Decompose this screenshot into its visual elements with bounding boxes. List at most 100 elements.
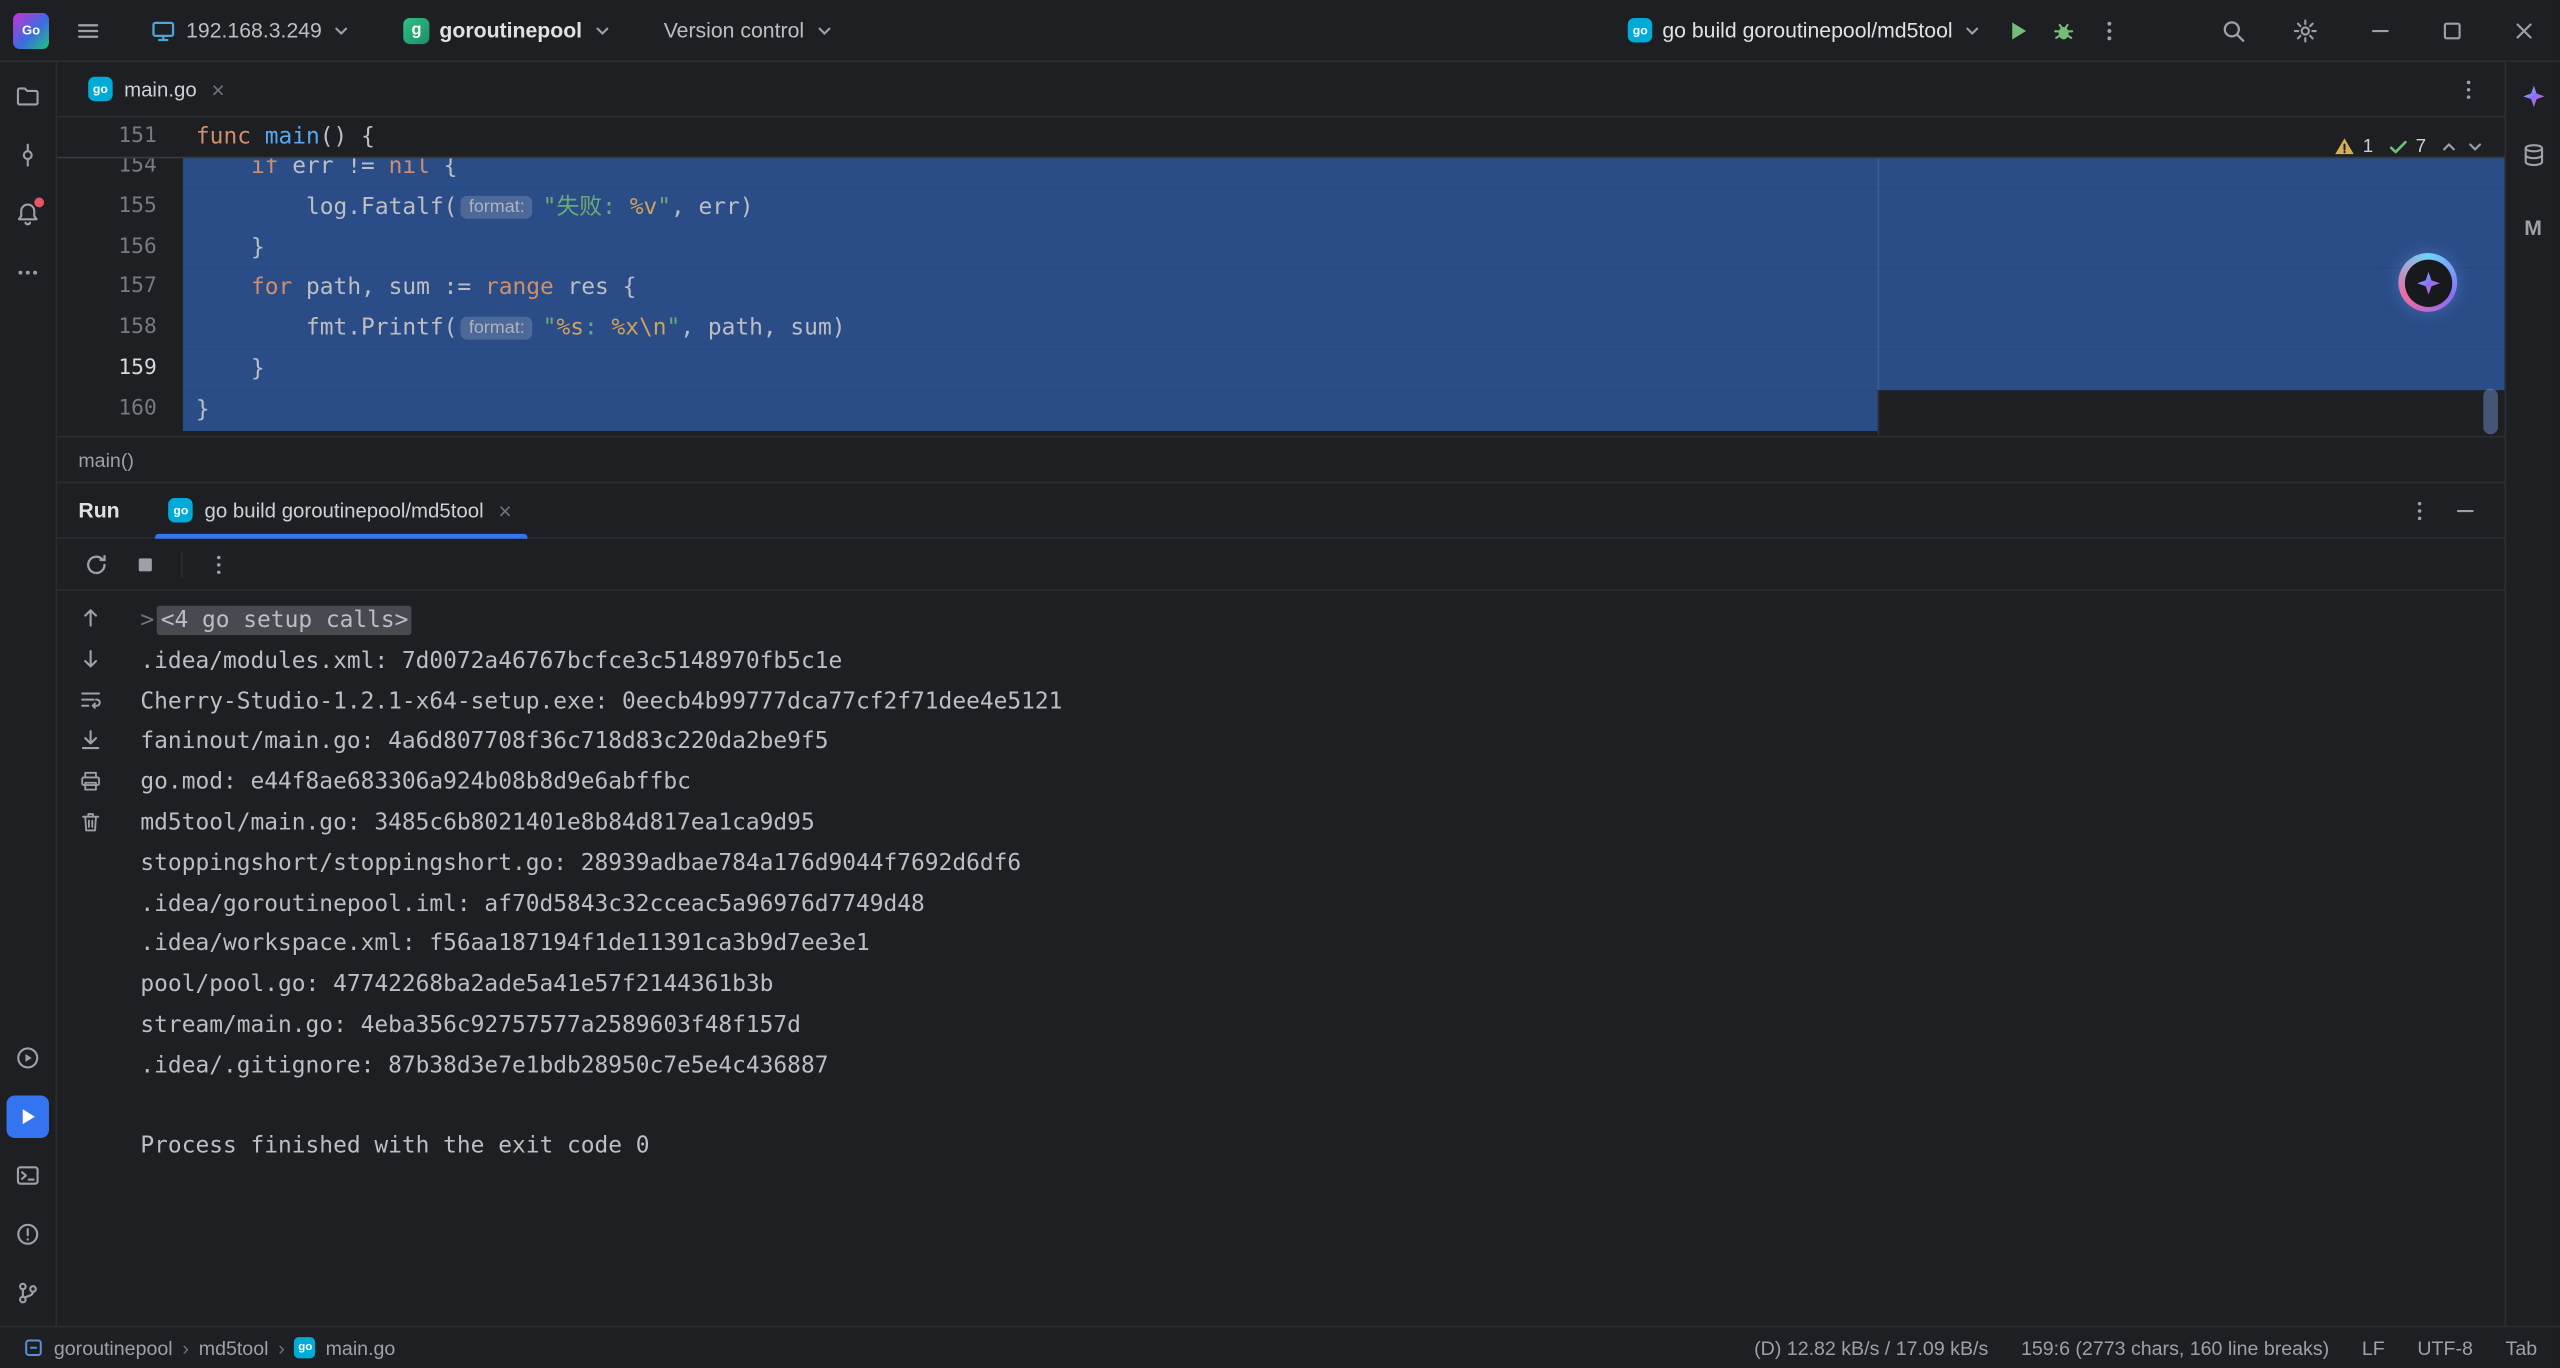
sidebar-item-run[interactable]	[7, 1096, 49, 1138]
sidebar-item-notifications[interactable]	[7, 193, 49, 235]
editor-tab-options-button[interactable]	[2446, 66, 2492, 112]
run-options-button[interactable]	[2397, 487, 2443, 533]
window-controls	[2344, 0, 2560, 60]
editor-breadcrumb[interactable]: main()	[57, 436, 2504, 482]
sidebar-item-ai-assistant[interactable]	[2512, 75, 2554, 117]
indent-indicator[interactable]: Tab	[2506, 1336, 2538, 1359]
console-line[interactable]: pool/pool.go: 47742268ba2ade5a41e57f2144…	[127, 965, 2504, 1005]
scroll-to-end-button[interactable]	[73, 723, 106, 756]
sidebar-item-project[interactable]	[7, 75, 49, 117]
sidebar-item-more-tools[interactable]	[7, 251, 49, 293]
hide-icon	[2452, 497, 2478, 523]
sidebar-item-terminal[interactable]	[7, 1154, 49, 1196]
main-menu-button[interactable]	[65, 7, 111, 53]
line-number[interactable]: 151	[57, 118, 183, 158]
code-line[interactable]: 154 if err != nil {	[57, 158, 2504, 187]
code-line[interactable]: 155 log.Fatalf(format:"失败: %v", err)	[57, 187, 2504, 227]
console-line[interactable]: stream/main.go: 4eba356c92757577a2589603…	[127, 1006, 2504, 1046]
console-line[interactable]: .idea/workspace.xml: f56aa187194f1de1139…	[127, 925, 2504, 965]
console-line[interactable]: md5tool/main.go: 3485c6b8021401e8b84d817…	[127, 803, 2504, 843]
remote-host-selector[interactable]: 192.168.3.249	[137, 7, 364, 53]
console-line[interactable]: .idea/goroutinepool.iml: af70d5843c32cce…	[127, 884, 2504, 924]
line-number[interactable]: 159	[57, 349, 183, 389]
console-line[interactable]: Cherry-Studio-1.2.1-x64-setup.exe: 0eecb…	[127, 682, 2504, 722]
run-tab[interactable]: go go build goroutinepool/md5tool ×	[156, 483, 528, 537]
hide-tool-window-button[interactable]	[2442, 487, 2488, 533]
console-line[interactable]: stoppingshort/stoppingshort.go: 28939adb…	[127, 844, 2504, 884]
breadcrumb-function[interactable]: main()	[78, 448, 134, 471]
ai-assistant-button[interactable]	[2398, 253, 2457, 312]
code-line[interactable]: 157 for path, sum := range res {	[57, 268, 2504, 308]
line-separator-indicator[interactable]: LF	[2362, 1336, 2385, 1359]
encoding-indicator[interactable]: UTF-8	[2417, 1336, 2473, 1359]
breadcrumb-folder[interactable]: md5tool	[199, 1336, 269, 1359]
console-folded-line[interactable]: ><4 go setup calls>	[127, 601, 2504, 641]
tab-close-icon[interactable]: ×	[208, 78, 228, 101]
console-line[interactable]: .idea/.gitignore: 87b38d3e7e1bdb28950c7e…	[127, 1046, 2504, 1086]
vcs-widget[interactable]: Version control	[651, 7, 847, 53]
print-button[interactable]	[73, 764, 106, 797]
console-line[interactable]: Process finished with the exit code 0	[127, 1127, 2504, 1167]
line-number[interactable]: 160	[57, 390, 183, 430]
editor-scrollbar[interactable]	[2483, 389, 2498, 435]
line-number[interactable]: 154	[57, 158, 183, 187]
editor-tab-main-go[interactable]: go main.go ×	[78, 62, 237, 116]
tab-label: main.go	[124, 78, 197, 101]
stop-button[interactable]	[126, 544, 165, 583]
network-speed-indicator[interactable]: (D) 12.82 kB/s / 17.09 kB/s	[1754, 1336, 1988, 1359]
more-actions-button[interactable]	[2087, 7, 2133, 53]
inspections-widget[interactable]: 1 7	[2333, 129, 2485, 165]
line-number[interactable]: 158	[57, 309, 183, 349]
console-line[interactable]: .idea/modules.xml: 7d0072a46767bcfce3c51…	[127, 641, 2504, 681]
sidebar-item-maven[interactable]: M	[2512, 206, 2554, 248]
line-number[interactable]: 156	[57, 228, 183, 268]
project-selector[interactable]: g goroutinepool	[390, 7, 624, 53]
maximize-button[interactable]	[2416, 0, 2488, 60]
caret-position-indicator[interactable]: 159:6 (2773 chars, 160 line breaks)	[2021, 1336, 2329, 1359]
code-line[interactable]: 160}	[57, 390, 2504, 430]
go-file-icon: go	[295, 1337, 316, 1358]
code-line[interactable]: 158 fmt.Printf(format:"%s: %x\n", path, …	[57, 309, 2504, 349]
code-lines[interactable]: 154 if err != nil {155 log.Fatalf(format…	[57, 158, 2504, 436]
minimize-button[interactable]	[2344, 0, 2416, 60]
sidebar-item-database[interactable]	[2512, 134, 2554, 176]
console-options-button[interactable]	[199, 544, 238, 583]
remote-host-label: 192.168.3.249	[186, 18, 322, 42]
sidebar-item-problems[interactable]	[7, 1213, 49, 1255]
folded-region-chip[interactable]: <4 go setup calls>	[157, 606, 411, 635]
next-problem-button[interactable]	[2465, 137, 2485, 157]
rerun-button[interactable]	[77, 544, 116, 583]
sidebar-item-commit[interactable]	[7, 134, 49, 176]
soft-wrap-button[interactable]	[73, 682, 106, 715]
settings-button[interactable]	[2282, 7, 2328, 53]
code-line[interactable]: 151func main() {	[57, 118, 2504, 158]
console-line[interactable]	[127, 1087, 2504, 1127]
fold-expander-icon[interactable]: >	[140, 607, 154, 633]
down-stacktrace-button[interactable]	[73, 642, 106, 675]
run-button[interactable]	[1995, 7, 2041, 53]
run-config-selector[interactable]: go go build goroutinepool/md5tool	[1615, 7, 1995, 53]
console-line[interactable]: faninout/main.go: 4a6d807708f36c718d83c2…	[127, 722, 2504, 762]
console-output[interactable]: ><4 go setup calls>.idea/modules.xml: 7d…	[122, 591, 2504, 1326]
run-tab-close-icon[interactable]: ×	[495, 499, 515, 522]
breadcrumb-file[interactable]: main.go	[326, 1336, 396, 1359]
up-stacktrace-button[interactable]	[73, 601, 106, 634]
close-button[interactable]	[2488, 0, 2560, 60]
code-line[interactable]: 159 }	[57, 349, 2504, 389]
prev-problem-button[interactable]	[2439, 137, 2459, 157]
search-everywhere-button[interactable]	[2211, 7, 2257, 53]
breadcrumb-project[interactable]: goroutinepool	[54, 1336, 173, 1359]
goland-logo-icon[interactable]: Go	[13, 12, 49, 48]
status-breadcrumbs: goroutinepool › md5tool › go main.go	[23, 1336, 395, 1359]
warning-icon	[2333, 136, 2356, 159]
sticky-function-line[interactable]: 151func main() {	[57, 118, 2504, 159]
sidebar-item-version-control[interactable]	[7, 1272, 49, 1314]
line-number[interactable]: 157	[57, 268, 183, 308]
sidebar-item-services[interactable]	[7, 1037, 49, 1079]
code-line[interactable]: 156 }	[57, 228, 2504, 268]
console-line[interactable]: go.mod: e44f8ae683306a924b08b8d9e6abffbc	[127, 763, 2504, 803]
debug-button[interactable]	[2041, 7, 2087, 53]
line-number[interactable]: 155	[57, 187, 183, 227]
terminal-icon	[15, 1162, 41, 1188]
clear-console-button[interactable]	[73, 805, 106, 838]
